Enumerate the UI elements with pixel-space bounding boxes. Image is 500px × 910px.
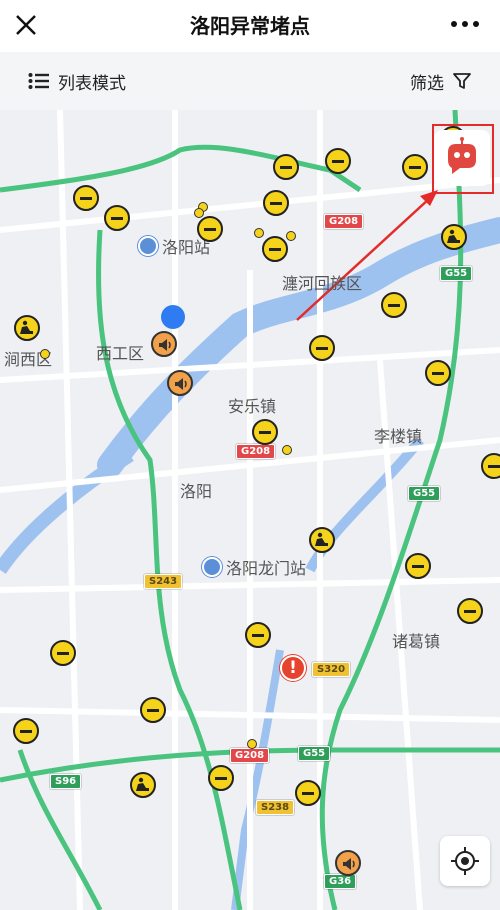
speaker-icon [343,858,355,870]
minor-event-dot[interactable] [40,349,50,359]
crosshair-icon [451,847,479,875]
jam-marker[interactable] [252,419,278,445]
list-mode-button[interactable]: 列表模式 [28,68,126,94]
road-shield: S238 [256,800,295,815]
river-branch [0,449,134,574]
place-label: 瀍河回族区 [282,274,363,293]
jam-marker[interactable] [405,553,431,579]
more-icon[interactable] [448,12,482,36]
river-branch [231,649,284,910]
station-pin-icon [138,236,158,256]
notice-marker[interactable] [335,850,361,876]
map-canvas[interactable]: 瀍河回族区 西工区 涧西区 安乐镇 李楼镇 洛阳 诸葛镇 洛阳站 洛阳龙门站 G… [0,110,500,910]
road-shield: G55 [408,486,441,501]
locate-button[interactable] [440,836,490,886]
poi-label: 洛阳龙门站 [226,559,307,578]
notice-marker[interactable] [151,331,177,357]
jam-marker[interactable] [263,190,289,216]
notice-marker[interactable] [167,370,193,396]
jam-marker[interactable] [309,335,335,361]
minor-event-dot[interactable] [194,208,204,218]
jam-marker[interactable] [104,205,130,231]
place-label: 诸葛镇 [392,632,441,651]
road-shield: G55 [298,746,331,761]
speaker-icon [175,378,187,390]
jam-marker[interactable] [381,292,407,318]
jam-marker[interactable] [481,453,500,479]
roadwork-icon [447,229,460,243]
jam-marker[interactable] [245,622,271,648]
jam-marker[interactable] [140,697,166,723]
road-shield: G208 [324,214,364,229]
jam-marker[interactable] [13,718,39,744]
jam-marker[interactable] [50,640,76,666]
place-label: 安乐镇 [228,397,277,416]
road-shield: S320 [312,662,351,677]
poi-station[interactable]: 洛阳站 [138,234,210,258]
roadwork-icon [136,777,149,791]
roadwork-icon [20,320,33,334]
jam-marker[interactable] [425,360,451,386]
poi-station[interactable]: 洛阳龙门站 [202,555,306,579]
jam-marker[interactable] [273,154,299,180]
station-pin-icon [202,557,222,577]
roadwork-marker[interactable] [130,772,156,798]
minor-event-dot[interactable] [254,228,264,238]
jam-marker[interactable] [402,154,428,180]
place-label: 李楼镇 [374,427,423,446]
accident-alert-marker[interactable] [280,655,306,681]
speaker-icon [159,339,171,351]
jam-marker[interactable] [295,780,321,806]
road-shield: G36 [324,874,357,889]
road-shield: S96 [50,774,82,789]
map-base-layer [0,110,500,910]
minor-event-dot[interactable] [247,739,257,749]
top-bar: 洛阳异常堵点 [0,0,500,52]
list-icon [28,73,49,89]
roadwork-marker[interactable] [14,315,40,341]
road-shield: S243 [144,574,183,589]
roadwork-icon [315,532,328,546]
jam-marker[interactable] [262,236,288,262]
jam-marker[interactable] [73,185,99,211]
place-label: 西工区 [96,344,145,363]
highlight-box [432,124,494,194]
filter-icon [453,73,471,89]
roadwork-marker[interactable] [441,224,467,250]
filter-button[interactable]: 筛选 [410,68,472,94]
jam-marker[interactable] [457,598,483,624]
filter-label: 筛选 [410,73,444,94]
toolbar: 列表模式 筛选 [0,52,500,110]
jam-marker[interactable] [208,765,234,791]
current-location-dot [161,305,185,329]
minor-event-dot[interactable] [282,445,292,455]
road-shield: G208 [230,748,270,763]
page-title: 洛阳异常堵点 [190,14,310,38]
roadwork-marker[interactable] [309,527,335,553]
road-network [0,110,500,910]
jam-marker[interactable] [325,148,351,174]
minor-event-dot[interactable] [286,231,296,241]
road-shield: G55 [440,266,473,281]
road-shield: G208 [236,444,276,459]
jam-marker[interactable] [197,216,223,242]
place-label: 洛阳 [180,482,213,501]
list-mode-label: 列表模式 [58,73,126,94]
